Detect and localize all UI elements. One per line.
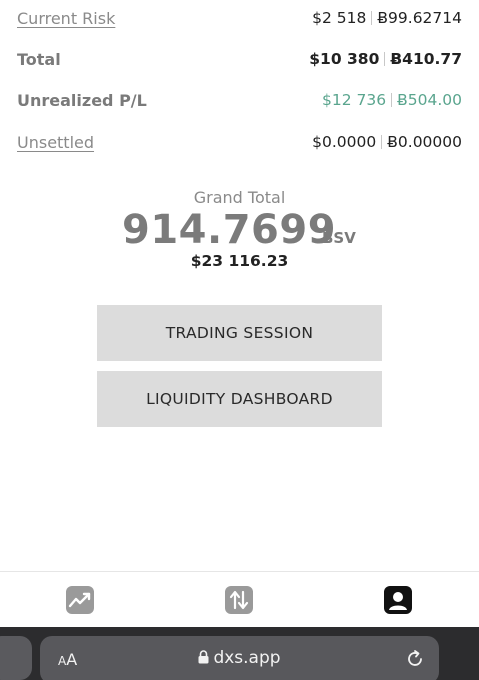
unrealized-pl-label: Unrealized P/L xyxy=(17,91,147,110)
lock-icon xyxy=(198,650,209,664)
unrealized-pl-values: $12 736 Ƀ504.00 xyxy=(322,91,462,109)
tab-profile[interactable] xyxy=(382,584,414,616)
current-risk-link[interactable]: Current Risk xyxy=(17,9,115,28)
total-usd: $10 380 xyxy=(309,50,380,68)
unsettled-values: $0.0000 Ƀ0.00000 xyxy=(312,133,462,151)
grand-total-value: 914.7699 xyxy=(122,207,337,253)
value-separator xyxy=(381,135,383,149)
current-risk-usd: $2 518 xyxy=(312,9,367,27)
grand-total-label: Grand Total xyxy=(193,188,286,207)
profile-icon xyxy=(384,586,412,614)
address-bar[interactable]: AA dxs.app xyxy=(40,636,439,680)
chart-icon xyxy=(66,586,94,614)
url-text: dxs.app xyxy=(213,648,281,668)
total-bsv: Ƀ410.77 xyxy=(390,50,462,68)
unsettled-link[interactable]: Unsettled xyxy=(17,133,94,152)
current-risk-values: $2 518 Ƀ99.62714 xyxy=(312,9,462,27)
total-label: Total xyxy=(17,50,61,69)
unsettled-bsv: Ƀ0.00000 xyxy=(387,133,462,151)
tab-transfer[interactable] xyxy=(223,584,255,616)
unrealized-pl-bsv: Ƀ504.00 xyxy=(397,91,462,109)
unsettled-row: Unsettled $0.0000 Ƀ0.00000 xyxy=(0,129,479,159)
current-risk-bsv: Ƀ99.62714 xyxy=(377,9,462,27)
liquidity-dashboard-button[interactable]: LIQUIDITY DASHBOARD xyxy=(97,371,382,427)
bottom-tab-bar xyxy=(0,571,479,627)
total-row: Total $10 380 Ƀ410.77 xyxy=(0,46,479,76)
previous-tab-pill[interactable] xyxy=(0,636,32,680)
url-display: dxs.app xyxy=(40,648,439,668)
transfer-icon xyxy=(225,586,253,614)
value-separator xyxy=(384,52,386,66)
tab-chart[interactable] xyxy=(64,584,96,616)
unrealized-pl-row: Unrealized P/L $12 736 Ƀ504.00 xyxy=(0,87,479,117)
value-separator xyxy=(391,93,393,107)
unsettled-usd: $0.0000 xyxy=(312,133,377,151)
current-risk-row: Current Risk $2 518 Ƀ99.62714 xyxy=(0,5,479,35)
browser-toolbar: AA dxs.app xyxy=(0,627,479,680)
trading-session-button[interactable]: TRADING SESSION xyxy=(97,305,382,361)
total-values: $10 380 Ƀ410.77 xyxy=(309,50,462,68)
unrealized-pl-usd: $12 736 xyxy=(322,91,387,109)
reload-icon[interactable] xyxy=(405,649,425,669)
value-separator xyxy=(371,11,373,25)
grand-total-usd: $23 116.23 xyxy=(190,252,289,270)
grand-total-unit: BSV xyxy=(322,229,356,247)
